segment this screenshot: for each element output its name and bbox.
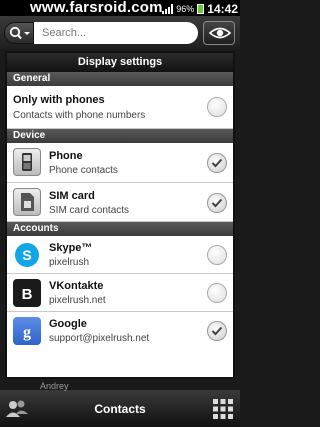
people-icon[interactable]: [4, 396, 30, 422]
only-with-phones-checkbox[interactable]: [207, 97, 227, 117]
status-bar: www.farsroid.com 96% 14:42: [0, 0, 240, 16]
clock: 14:42: [207, 2, 238, 16]
bottom-toolbar: Andrey Contacts: [0, 381, 240, 427]
option-subtitle: pixelrush.net: [49, 295, 106, 306]
section-header-device: Device: [7, 129, 233, 143]
section-header-accounts: Accounts: [7, 222, 233, 236]
contacts-tab[interactable]: Contacts: [40, 394, 200, 424]
view-options-button[interactable]: [203, 21, 235, 45]
phone-icon: [13, 148, 41, 176]
option-subtitle: pixelrush: [49, 257, 90, 268]
search-icon: [9, 26, 30, 40]
search-button[interactable]: [4, 22, 34, 44]
search-input[interactable]: Search...: [34, 22, 198, 44]
eye-icon: [209, 27, 231, 39]
google-icon: g: [13, 317, 41, 345]
option-sim-card[interactable]: SIM card SIM card contacts: [7, 183, 233, 222]
option-vkontakte[interactable]: B VKontakte pixelrush.net: [7, 274, 233, 312]
option-title: VKontakte: [49, 280, 104, 292]
option-title: Skype™: [49, 242, 93, 254]
dialog-title: Display settings: [7, 53, 233, 72]
svg-text:g: g: [23, 324, 31, 341]
option-title: SIM card: [49, 190, 95, 202]
option-subtitle: support@pixelrush.net: [49, 333, 150, 344]
svg-text:S: S: [22, 247, 31, 263]
battery-icon: [197, 4, 205, 14]
battery-percent: 96%: [176, 4, 195, 14]
checkmark-icon: [211, 158, 223, 168]
vkontakte-icon: B: [13, 279, 41, 307]
option-title: Google: [49, 318, 87, 330]
option-title: Only with phones: [13, 94, 105, 106]
option-phone[interactable]: Phone Phone contacts: [7, 143, 233, 183]
svg-text:B: B: [22, 286, 33, 303]
sim-card-checkbox[interactable]: [207, 193, 227, 213]
checkmark-icon: [211, 198, 223, 208]
option-subtitle: SIM card contacts: [49, 205, 130, 216]
section-header-general: General: [7, 72, 233, 86]
option-skype[interactable]: S Skype™ pixelrush: [7, 236, 233, 274]
option-subtitle: Phone contacts: [49, 165, 118, 176]
option-only-with-phones[interactable]: Only with phones Contacts with phone num…: [7, 86, 233, 129]
background-contact-name: Andrey: [40, 381, 69, 391]
vkontakte-checkbox[interactable]: [207, 283, 227, 303]
watermark-brand: www.farsroid.com: [30, 0, 163, 16]
option-google[interactable]: g Google support@pixelrush.net: [7, 312, 233, 350]
sim-card-icon: [13, 188, 41, 216]
display-settings-dialog: Display settings General Only with phone…: [5, 51, 235, 379]
google-checkbox[interactable]: [207, 321, 227, 341]
skype-checkbox[interactable]: [207, 245, 227, 265]
top-toolbar: Search...: [0, 16, 240, 49]
skype-icon: S: [13, 241, 41, 269]
phone-checkbox[interactable]: [207, 153, 227, 173]
grid-menu-icon[interactable]: [212, 398, 234, 420]
option-title: Phone: [49, 150, 83, 162]
option-subtitle: Contacts with phone numbers: [13, 110, 146, 121]
signal-icon: [162, 4, 174, 14]
checkmark-icon: [211, 326, 223, 336]
